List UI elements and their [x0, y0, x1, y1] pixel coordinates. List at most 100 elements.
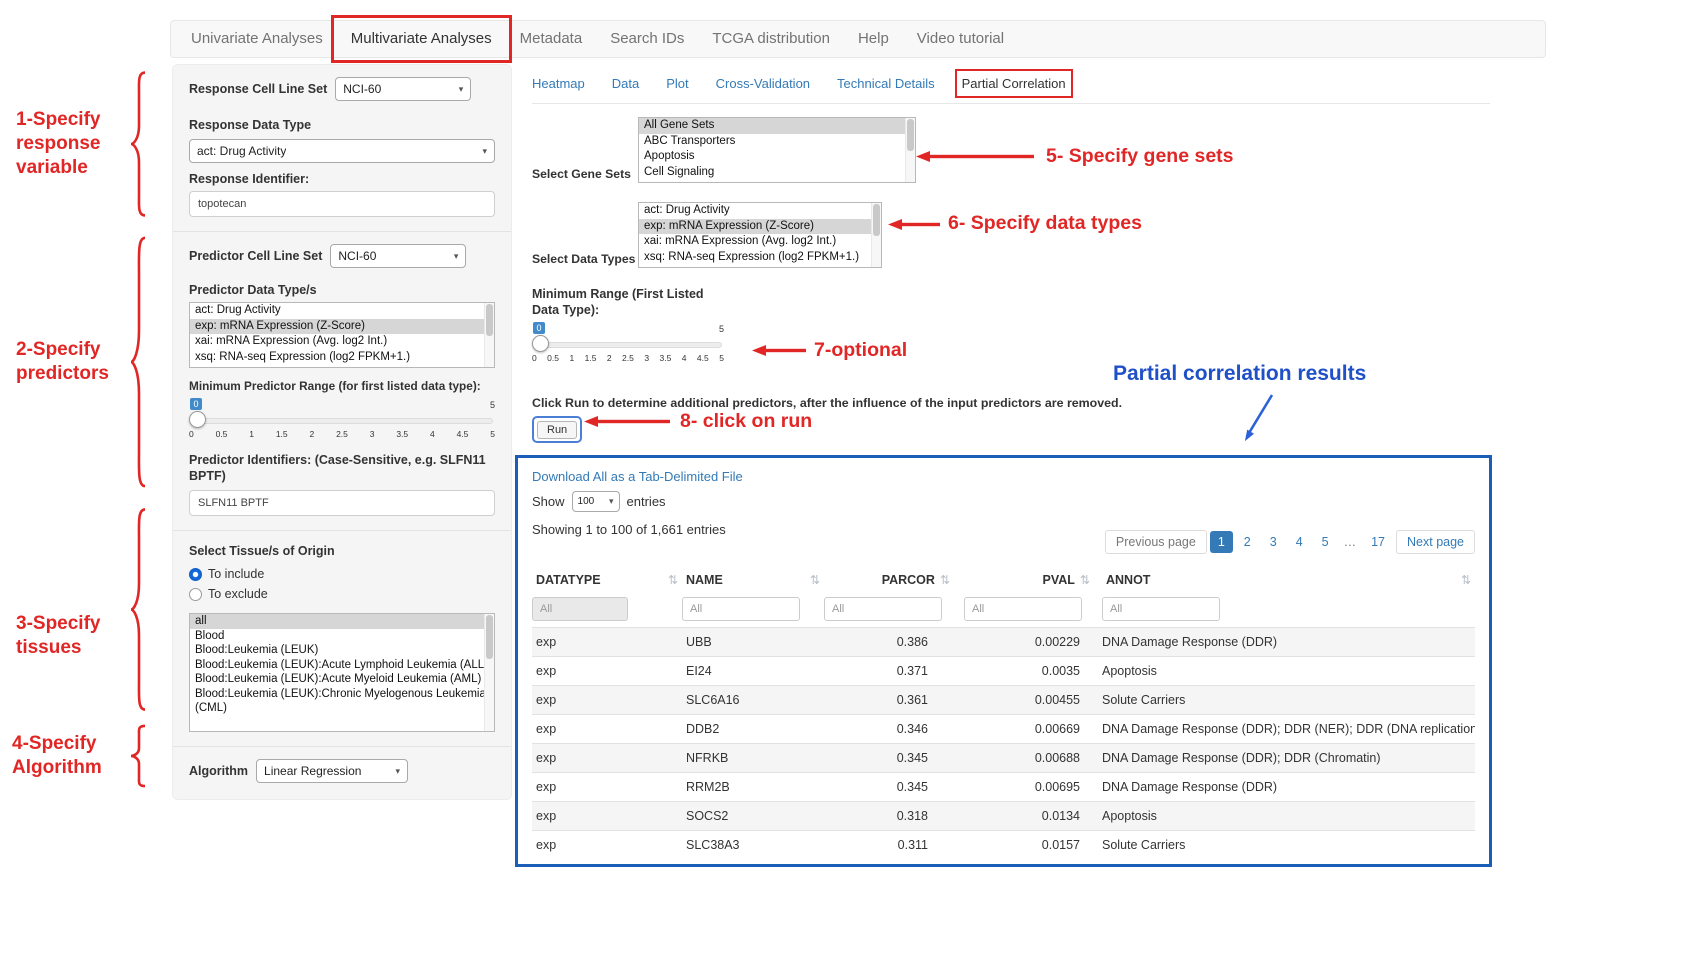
nav-help[interactable]: Help [844, 21, 903, 57]
partial-correlation-results-panel: Download All as a Tab-Delimited File Sho… [515, 455, 1492, 867]
listbox-option[interactable]: Blood:Leukemia (LEUK):Acute Myeloid Leuk… [190, 672, 494, 687]
cell-name: SOCS2 [682, 802, 824, 831]
table-header-row: DATATYPE⇅ NAME⇅ PARCOR⇅ PVAL⇅ ANNOT⇅ [532, 566, 1475, 594]
listbox-option[interactable]: xai: mRNA Expression (Avg. log2 Int.) [190, 334, 494, 350]
scrollbar[interactable] [871, 203, 881, 267]
col-header-parcor[interactable]: PARCOR⇅ [824, 566, 954, 594]
table-row[interactable]: exp NFRKB 0.345 0.00688 DNA Damage Respo… [532, 744, 1475, 773]
sort-icon[interactable]: ⇅ [810, 573, 820, 587]
listbox-option[interactable]: act: Drug Activity [639, 203, 881, 219]
nav-univariate-analyses[interactable]: Univariate Analyses [177, 21, 337, 57]
page-button-17[interactable]: 17 [1363, 531, 1393, 553]
listbox-option-selected[interactable]: all [190, 614, 494, 629]
page-button-2[interactable]: 2 [1236, 531, 1259, 553]
sort-icon[interactable]: ⇅ [1461, 573, 1471, 587]
col-header-annot[interactable]: ANNOT⇅ [1094, 566, 1475, 594]
tab-data[interactable]: Data [612, 76, 639, 91]
scrollbar-thumb[interactable] [907, 119, 914, 151]
predictor-cell-line-set-select[interactable]: NCI-60 ▾ [330, 244, 466, 268]
sort-icon[interactable]: ⇅ [668, 573, 678, 587]
nav-multivariate-analyses[interactable]: Multivariate Analyses [337, 21, 506, 57]
run-button[interactable]: Run [537, 421, 577, 439]
slider-tick-label: 2 [607, 353, 612, 363]
cell-name: NFRKB [682, 744, 824, 773]
cell-datatype: exp [532, 628, 682, 657]
scrollbar[interactable] [484, 614, 494, 731]
nav-metadata[interactable]: Metadata [506, 21, 597, 57]
next-page-button[interactable]: Next page [1396, 530, 1475, 554]
table-row[interactable]: exp SLC6A16 0.361 0.00455 Solute Carrier… [532, 686, 1475, 715]
filter-input-datatype[interactable] [532, 597, 628, 621]
min-predictor-range-slider[interactable]: 0 5 0 0.5 1 1.5 2 2.5 3 3.5 4 4.5 5 [189, 398, 495, 444]
table-row[interactable]: exp SLC38A3 0.311 0.0157 Solute Carriers [532, 831, 1475, 860]
listbox-option-selected[interactable]: exp: mRNA Expression (Z-Score) [639, 219, 881, 235]
previous-page-button[interactable]: Previous page [1105, 530, 1207, 554]
tab-plot[interactable]: Plot [666, 76, 688, 91]
tissue-exclude-radio[interactable]: To exclude [189, 587, 495, 601]
cell-pval: 0.00669 [954, 715, 1094, 744]
nav-video-tutorial[interactable]: Video tutorial [903, 21, 1018, 57]
table-row[interactable]: exp UBB 0.386 0.00229 DNA Damage Respons… [532, 628, 1475, 657]
listbox-option[interactable]: Blood:Leukemia (LEUK) [190, 643, 494, 658]
listbox-option[interactable]: act: Drug Activity [190, 303, 494, 319]
nav-tcga-distribution[interactable]: TCGA distribution [698, 21, 844, 57]
col-header-name[interactable]: NAME⇅ [682, 566, 824, 594]
listbox-option[interactable]: Blood:Leukemia (LEUK):Acute Lymphoid Leu… [190, 658, 494, 673]
col-header-datatype[interactable]: DATATYPE⇅ [532, 566, 682, 594]
table-row[interactable]: exp DDB2 0.346 0.00669 DNA Damage Respon… [532, 715, 1475, 744]
slider-handle[interactable] [189, 411, 206, 428]
sort-icon[interactable]: ⇅ [1080, 573, 1090, 587]
min-range-slider[interactable]: 0 5 0 0.5 1 1.5 2 2.5 3 3.5 4 4.5 5 [532, 322, 724, 368]
cell-datatype: exp [532, 773, 682, 802]
table-row[interactable]: exp SOCS2 0.318 0.0134 Apoptosis [532, 802, 1475, 831]
scrollbar-thumb[interactable] [486, 304, 493, 336]
control-sidebar: Response Cell Line Set NCI-60 ▾ Response… [172, 64, 512, 800]
listbox-option[interactable]: Apoptosis [639, 149, 915, 165]
filter-input-pval[interactable] [964, 597, 1082, 621]
slider-track[interactable] [534, 342, 722, 348]
nav-search-ids[interactable]: Search IDs [596, 21, 698, 57]
filter-input-name[interactable] [682, 597, 800, 621]
table-row[interactable]: exp EI24 0.371 0.0035 Apoptosis [532, 657, 1475, 686]
page-button-4[interactable]: 4 [1288, 531, 1311, 553]
filter-input-parcor[interactable] [824, 597, 942, 621]
listbox-option[interactable]: xsq: RNA-seq Expression (log2 FPKM+1.) [190, 350, 494, 366]
tab-heatmap[interactable]: Heatmap [532, 76, 585, 91]
page-button-5[interactable]: 5 [1314, 531, 1337, 553]
tab-partial-correlation[interactable]: Partial Correlation [962, 76, 1066, 91]
page-button-1[interactable]: 1 [1210, 531, 1233, 553]
scrollbar-thumb[interactable] [873, 204, 880, 236]
scrollbar[interactable] [484, 303, 494, 367]
slider-tick-label: 0 [532, 353, 537, 363]
response-data-type-select[interactable]: act: Drug Activity ▾ [189, 139, 495, 163]
listbox-option[interactable]: Cell Signaling [639, 165, 915, 181]
slider-track[interactable] [191, 418, 493, 424]
filter-input-annot[interactable] [1102, 597, 1220, 621]
cell-name: SLC6A16 [682, 686, 824, 715]
slider-tick-label: 4 [430, 429, 435, 439]
listbox-option-selected[interactable]: exp: mRNA Expression (Z-Score) [190, 319, 494, 335]
listbox-option[interactable]: Blood:Leukemia (LEUK):Chronic Myelogenou… [190, 687, 494, 716]
response-identifier-input[interactable] [189, 191, 495, 217]
tab-cross-validation[interactable]: Cross-Validation [716, 76, 810, 91]
predictor-identifiers-input[interactable] [189, 490, 495, 516]
listbox-option-selected[interactable]: All Gene Sets [639, 118, 915, 134]
slider-handle[interactable] [532, 335, 549, 352]
listbox-option[interactable]: ABC Transporters [639, 134, 915, 150]
listbox-option[interactable]: xai: mRNA Expression (Avg. log2 Int.) [639, 234, 881, 250]
scrollbar[interactable] [905, 118, 915, 182]
listbox-option[interactable]: Blood [190, 629, 494, 644]
scrollbar-thumb[interactable] [486, 615, 493, 659]
download-all-link[interactable]: Download All as a Tab-Delimited File [532, 469, 743, 484]
table-row[interactable]: exp RRM2B 0.345 0.00695 DNA Damage Respo… [532, 773, 1475, 802]
annotation-step3: 3-Specify tissues [16, 612, 128, 660]
page-button-3[interactable]: 3 [1262, 531, 1285, 553]
col-header-pval[interactable]: PVAL⇅ [954, 566, 1094, 594]
response-cell-line-set-select[interactable]: NCI-60 ▾ [335, 77, 471, 101]
sort-icon[interactable]: ⇅ [940, 573, 950, 587]
tab-technical-details[interactable]: Technical Details [837, 76, 935, 91]
tissue-include-radio[interactable]: To include [189, 567, 495, 581]
listbox-option[interactable]: xsq: RNA-seq Expression (log2 FPKM+1.) [639, 250, 881, 266]
algorithm-select[interactable]: Linear Regression ▾ [256, 759, 408, 783]
entries-per-page-select[interactable]: 100 ▾ [572, 491, 620, 512]
